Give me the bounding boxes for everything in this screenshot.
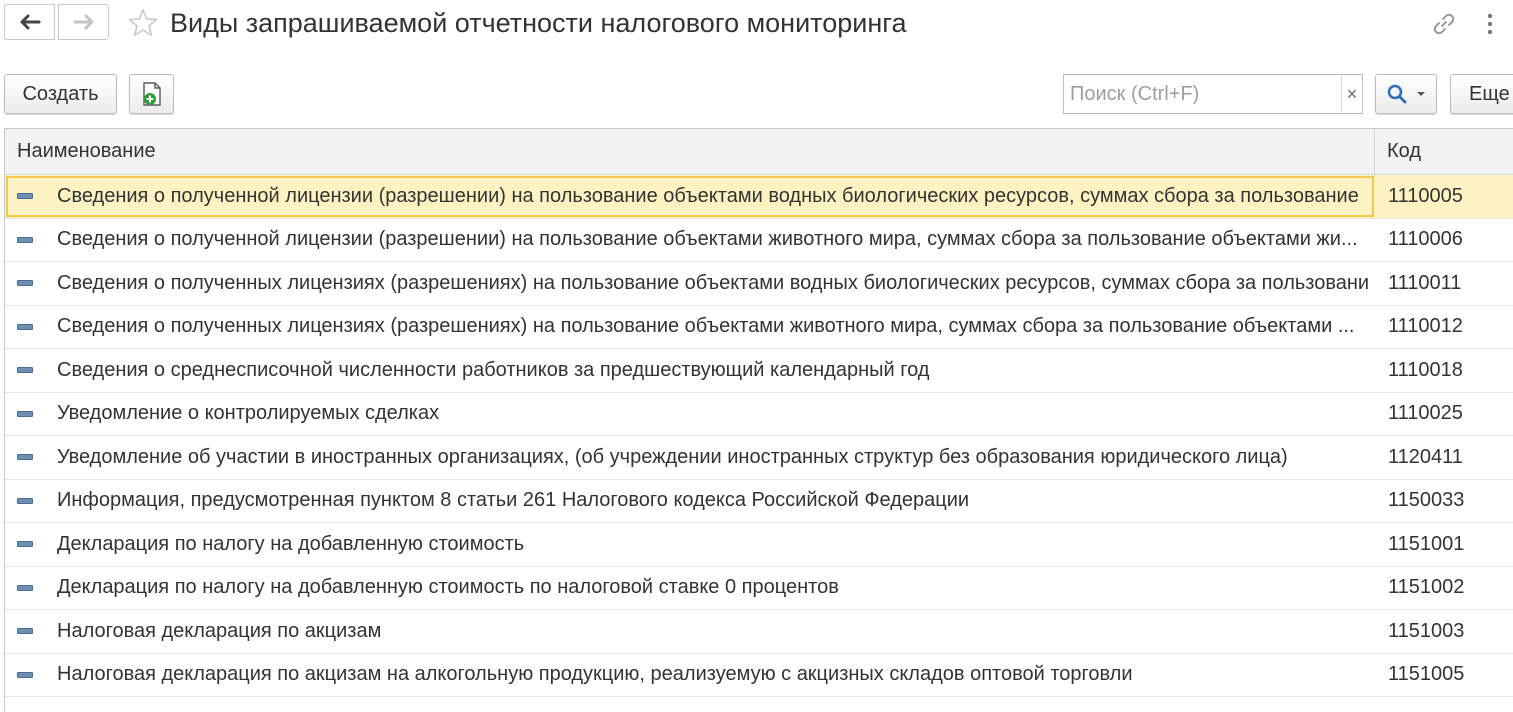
search-box: × [1063, 74, 1363, 114]
clear-search-button[interactable]: × [1341, 75, 1362, 113]
cell-name[interactable]: Сведения о полученной лицензии (разрешен… [5, 219, 1375, 262]
table-row[interactable]: Сведения о полученной лицензии (разрешен… [5, 219, 1513, 262]
cell-name[interactable]: Уведомление об участии в иностранных орг… [5, 436, 1375, 479]
table-row[interactable]: Сведения о среднесписочной численности р… [5, 349, 1513, 393]
cell-name[interactable]: Сведения о полученной лицензии (разрешен… [5, 175, 1375, 218]
window: Виды запрашиваемой отчетности налогового… [0, 0, 1513, 712]
cell-code[interactable]: 1151002 [1375, 567, 1513, 610]
cell-name-text: Налоговая декларация по акцизам на алког… [57, 663, 1133, 686]
cell-name-text: Декларация по налогу на добавленную стои… [57, 532, 525, 555]
more-button[interactable]: Еще [1450, 74, 1513, 114]
table-row[interactable]: Декларация по налогу на добавленную стои… [5, 567, 1513, 610]
cell-name[interactable]: Налоговая декларация по акцизам [5, 610, 1375, 653]
cell-name-text: Уведомление о контролируемых сделках [57, 402, 440, 425]
catalog-item-icon [17, 628, 33, 635]
table-row[interactable]: Сведения о полученных лицензиях (разреше… [5, 262, 1513, 306]
search-button[interactable] [1375, 74, 1437, 114]
cell-name[interactable]: Декларация по налогу на добавленную стои… [5, 523, 1375, 566]
cell-code[interactable]: 1110018 [1375, 349, 1513, 392]
cell-code[interactable]: 1110005 [1375, 175, 1513, 218]
catalog-item-icon [17, 671, 33, 678]
cell-code[interactable]: 1110012 [1375, 306, 1513, 349]
table-row[interactable]: Уведомление о контролируемых сделках 1110… [5, 393, 1513, 436]
star-icon[interactable] [128, 8, 158, 38]
cell-code[interactable]: 1151001 [1375, 523, 1513, 566]
table-row[interactable]: Налоговая декларация по акцизам 1151003 [5, 610, 1513, 654]
catalog-item-icon [17, 323, 33, 330]
copy-button[interactable] [129, 74, 174, 114]
cell-code[interactable]: 1151003 [1375, 610, 1513, 653]
cell-name-text: Сведения о полученной лицензии (разрешен… [57, 228, 1358, 251]
cell-code[interactable]: 1110006 [1375, 219, 1513, 262]
more-vertical-icon[interactable] [1480, 10, 1500, 38]
catalog-item-icon [17, 454, 33, 461]
table-row[interactable]: Налоговая декларация по акцизам на алког… [5, 654, 1513, 697]
cell-name-text: Сведения о среднесписочной численности р… [57, 358, 930, 381]
cell-code[interactable]: 1110011 [1375, 262, 1513, 305]
cell-name[interactable]: Сведения о среднесписочной численности р… [5, 349, 1375, 392]
create-button[interactable]: Создать [4, 74, 117, 114]
cell-code[interactable]: 1120411 [1375, 436, 1513, 479]
cell-name[interactable]: Налоговая декларация по акцизам на алког… [5, 654, 1375, 697]
catalog-item-icon [17, 280, 33, 287]
back-button[interactable] [4, 4, 55, 40]
column-header-name[interactable]: Наименование [5, 129, 1375, 174]
catalog-item-icon [17, 410, 33, 417]
cell-name-text: Налоговая декларация по акцизам [57, 619, 382, 642]
search-icon [1387, 84, 1407, 104]
catalog-item-icon [17, 236, 33, 243]
catalog-item-icon [17, 193, 33, 200]
page-title: Виды запрашиваемой отчетности налогового… [170, 8, 907, 38]
table-row[interactable]: Декларация по налогу на добавленную стои… [5, 523, 1513, 567]
catalog-item-icon [17, 541, 33, 548]
cell-name[interactable]: Сведения о полученных лицензиях (разреше… [5, 262, 1375, 305]
table-row[interactable]: Информация, предусмотренная пунктом 8 ст… [5, 480, 1513, 523]
table-body: Сведения о полученной лицензии (разрешен… [5, 175, 1513, 697]
cell-name[interactable]: Декларация по налогу на добавленную стои… [5, 567, 1375, 610]
cell-name-text: Сведения о полученных лицензиях (разреше… [57, 315, 1355, 338]
search-input[interactable] [1064, 75, 1341, 113]
arrow-right-icon [73, 14, 93, 30]
cell-name-text: Информация, предусмотренная пунктом 8 ст… [57, 489, 970, 512]
catalog-item-icon [17, 367, 33, 374]
arrow-left-icon [20, 14, 40, 30]
copy-add-icon [142, 82, 161, 106]
column-header-code[interactable]: Код [1375, 129, 1513, 174]
table-row[interactable]: Сведения о полученных лицензиях (разреше… [5, 306, 1513, 349]
catalog-table: Наименование Код Сведения о полученной л… [4, 128, 1513, 712]
cell-code[interactable]: 1150033 [1375, 480, 1513, 523]
cell-name-text: Сведения о полученных лицензиях (разреше… [57, 271, 1370, 294]
chevron-down-icon [1417, 92, 1425, 96]
cell-name[interactable]: Информация, предусмотренная пунктом 8 ст… [5, 480, 1375, 523]
cell-name-text: Сведения о полученной лицензии (разрешен… [57, 184, 1359, 207]
cell-name[interactable]: Уведомление о контролируемых сделках [5, 393, 1375, 436]
table-row[interactable]: Уведомление об участии в иностранных орг… [5, 436, 1513, 480]
catalog-item-icon [17, 584, 33, 591]
table-row[interactable]: Сведения о полученной лицензии (разрешен… [5, 175, 1513, 219]
catalog-item-icon [17, 497, 33, 504]
table-header: Наименование Код [5, 129, 1513, 175]
forward-button[interactable] [58, 4, 109, 40]
cell-code[interactable]: 1110025 [1375, 393, 1513, 436]
cell-name[interactable]: Сведения о полученных лицензиях (разреше… [5, 306, 1375, 349]
cell-name-text: Декларация по налогу на добавленную стои… [57, 576, 839, 599]
link-icon[interactable] [1432, 12, 1456, 36]
cell-name-text: Уведомление об участии в иностранных орг… [57, 445, 1288, 468]
cell-code[interactable]: 1151005 [1375, 654, 1513, 697]
